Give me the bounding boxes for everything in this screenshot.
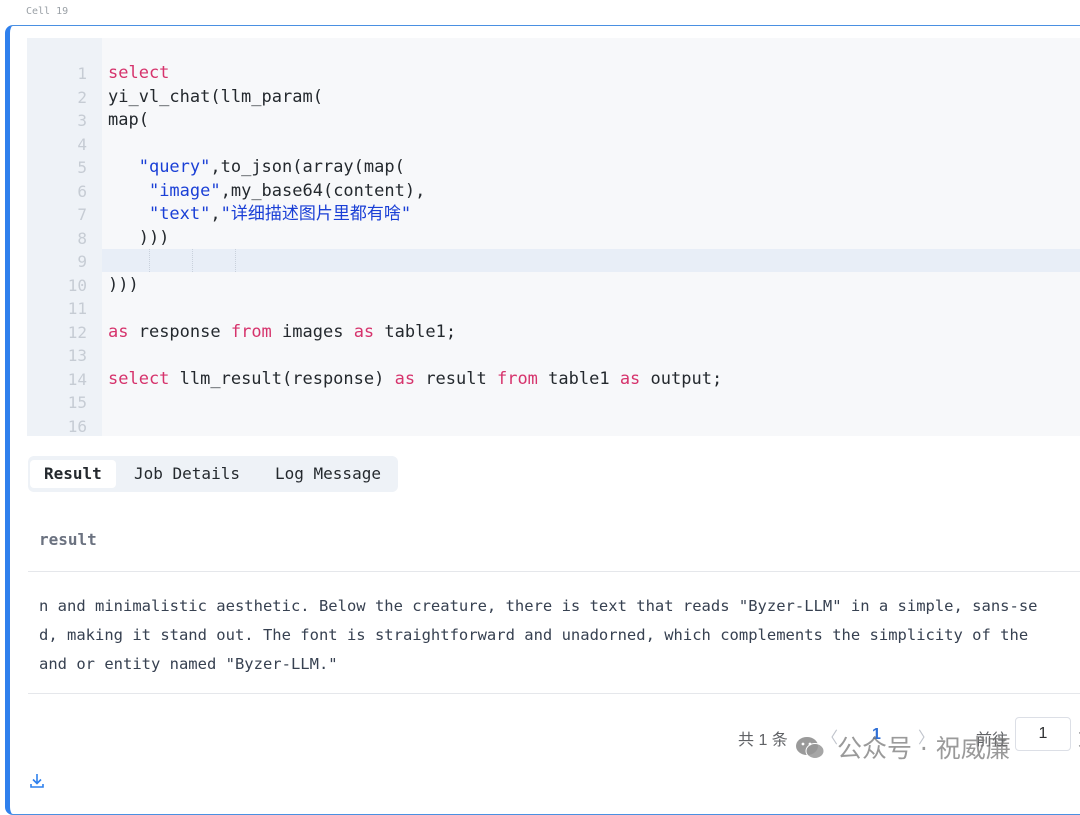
code-editor[interactable]: 1 select 2 yi_vl_chat(llm_param( 3 map( 4 5 "qu… xyxy=(27,38,1080,436)
line-number: 2 xyxy=(77,87,87,107)
code-text: ))) xyxy=(108,227,170,251)
download-icon[interactable] xyxy=(29,773,45,793)
result-text-line: n and minimalistic aesthetic. Below the … xyxy=(39,597,1038,615)
code-text: yi_vl_chat(llm_param( xyxy=(108,86,323,110)
output-tabs: Result Job Details Log Message xyxy=(28,456,398,492)
code-token: table1; xyxy=(374,321,457,342)
code-token: table1 xyxy=(537,368,620,389)
code-text: map( xyxy=(108,109,149,133)
column-header-result: result xyxy=(39,530,97,549)
string-token: "text" xyxy=(148,204,211,224)
line-number: 7 xyxy=(77,205,87,224)
cell-label: Cell 19 xyxy=(26,6,69,17)
code-token: , xyxy=(210,204,221,224)
result-text-line: d, making it stand out. The font is stra… xyxy=(39,626,1029,644)
tab-result[interactable]: Result xyxy=(30,460,116,488)
code-token: map( xyxy=(108,110,149,130)
indent-guide xyxy=(149,249,150,272)
code-token: response xyxy=(128,321,231,342)
keyword-token: as xyxy=(394,368,416,389)
line-number: 11 xyxy=(67,299,87,318)
line-number: 4 xyxy=(77,134,87,154)
line-number: 5 xyxy=(77,158,87,177)
string-token: "image" xyxy=(148,180,221,201)
keyword-token: select xyxy=(108,368,170,389)
indent-guide xyxy=(192,249,193,272)
line-number: 15 xyxy=(67,393,87,412)
keyword-token: select xyxy=(108,63,170,83)
code-text: "text","详细描述图片里都有啥" xyxy=(108,203,411,227)
line-number: 10 xyxy=(67,275,87,295)
code-text: "query",to_json(array(map( xyxy=(108,156,405,180)
active-line-highlight xyxy=(102,249,1080,272)
keyword-token: as xyxy=(619,368,641,389)
code-token: output; xyxy=(640,368,723,389)
keyword-token: from xyxy=(230,321,272,342)
pagination-total: 共 1 条 xyxy=(738,732,788,749)
line-number: 6 xyxy=(77,181,87,201)
indent-guide xyxy=(235,249,236,272)
goto-page-input[interactable] xyxy=(1015,717,1071,751)
watermark-text: 公众号 · 祝威廉 xyxy=(836,734,1011,763)
line-number: 13 xyxy=(67,346,87,365)
line-number: 1 xyxy=(77,64,87,83)
line-number: 8 xyxy=(77,228,87,248)
wechat-icon xyxy=(796,737,825,759)
code-token: ,to_json(array(map( xyxy=(210,157,405,177)
string-token: "详细描述图片里都有啥" xyxy=(220,204,412,224)
code-token: ,my_base64(content), xyxy=(220,180,426,201)
keyword-token: as xyxy=(353,321,375,342)
code-token: llm_result(response) xyxy=(169,368,395,389)
keyword-token: as xyxy=(108,321,129,342)
table-bottom-divider xyxy=(28,693,1080,694)
code-token: yi_vl_chat(llm_param( xyxy=(108,86,323,107)
tab-log-message[interactable]: Log Message xyxy=(261,460,395,488)
code-token: ))) xyxy=(108,274,139,295)
code-token: ))) xyxy=(108,227,170,248)
code-text: "image",my_base64(content), xyxy=(108,180,425,204)
keyword-token: from xyxy=(496,368,538,389)
code-text: select llm_result(response) as result fr… xyxy=(108,368,722,392)
code-token: images xyxy=(271,321,354,342)
tab-job-details[interactable]: Job Details xyxy=(120,460,254,488)
code-text: as response from images as table1; xyxy=(108,321,456,345)
code-text: ))) xyxy=(108,274,139,298)
code-text: select xyxy=(108,62,169,86)
line-number: 16 xyxy=(67,416,87,436)
header-divider xyxy=(28,571,1080,572)
string-token: "query" xyxy=(138,157,211,177)
result-text-line: and or entity named "Byzer-LLM." xyxy=(39,655,338,673)
line-number: 14 xyxy=(67,369,87,389)
code-token: result xyxy=(415,368,497,389)
line-number: 3 xyxy=(77,111,87,130)
line-number: 9 xyxy=(77,252,87,271)
line-number: 12 xyxy=(67,322,87,342)
watermark: 公众号 · 祝威廉 xyxy=(795,729,1011,769)
